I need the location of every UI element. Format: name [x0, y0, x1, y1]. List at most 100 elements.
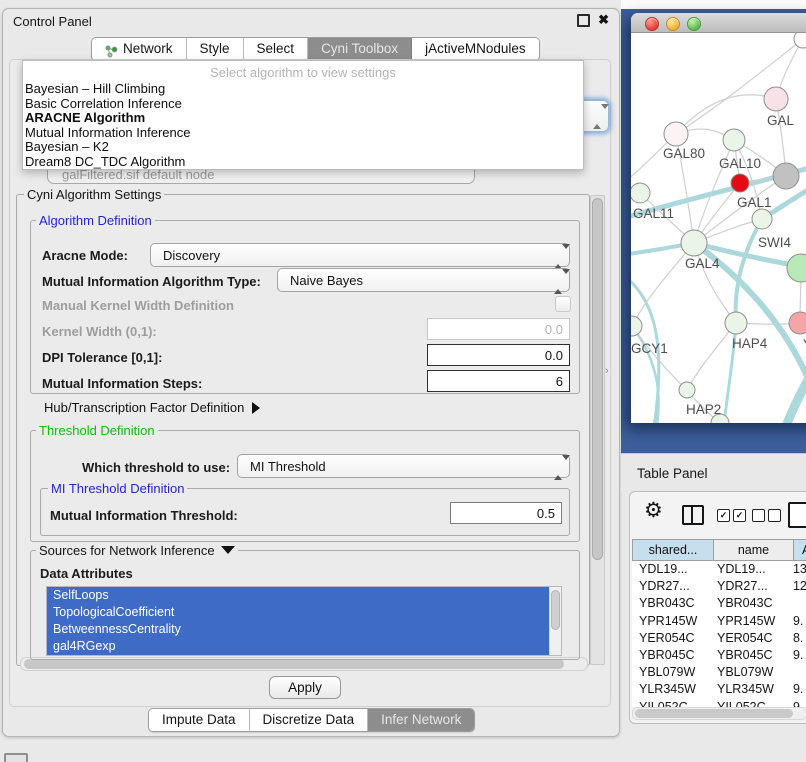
tab-cyni-toolbox[interactable]: Cyni Toolbox	[308, 38, 412, 60]
column-header-shared-name[interactable]: shared...	[632, 539, 713, 561]
cell: YBL079W	[632, 664, 711, 681]
table-panel: ⚙ ✓ ✓ shared... name A YDL19...YDL19...1…	[629, 491, 806, 724]
dpi-tolerance-label: DPI Tolerance [0,1]:	[42, 350, 162, 365]
algorithm-option-selected[interactable]: ARACNE Algorithm	[23, 111, 583, 126]
cell: YDR27...	[632, 578, 711, 595]
algorithm-option[interactable]: Mutual Information Inference	[23, 126, 583, 141]
attribute-item[interactable]: gal4RGexp	[47, 638, 561, 655]
control-panel-tabbar: Network Style Select Cyni Toolbox jActiv…	[91, 37, 540, 61]
tab-jactivemnodules[interactable]: jActiveMNodules	[412, 38, 539, 60]
select-all-columns-icon[interactable]: ✓ ✓	[717, 509, 746, 522]
table-row[interactable]: YDR27...YDR27...12	[632, 578, 806, 595]
tab-select-label: Select	[257, 38, 295, 60]
aracne-mode-combobox[interactable]: Discovery	[150, 243, 570, 267]
network-node[interactable]	[787, 254, 806, 282]
algorithm-option[interactable]: Basic Correlation Inference	[23, 97, 583, 112]
network-node[interactable]	[664, 122, 688, 146]
node-label: GAL1	[737, 195, 772, 210]
tab-select[interactable]: Select	[244, 38, 309, 60]
unchecked-box-icon	[768, 509, 781, 522]
table-row[interactable]: YDL19...YDL19...13	[632, 561, 806, 578]
table-horizontal-scrollbar[interactable]	[632, 707, 806, 720]
table-row[interactable]: YBR043CYBR043C	[632, 595, 806, 612]
mi-threshold-field[interactable]	[450, 502, 562, 524]
which-threshold-combobox[interactable]: MI Threshold	[237, 454, 570, 478]
attribute-item[interactable]: SelfLoops	[47, 587, 561, 604]
split-columns-icon[interactable]	[682, 505, 704, 525]
algorithm-option[interactable]: Dream8 DC_TDC Algorithm	[23, 155, 583, 170]
manual-kernel-checkbox[interactable]	[555, 296, 571, 312]
attribute-item[interactable]: BetweennessCentrality	[47, 621, 561, 638]
close-panel-icon[interactable]: ✖	[598, 13, 609, 27]
minimize-window-button[interactable]	[666, 17, 680, 31]
cell: YIL052C	[711, 699, 789, 708]
mi-type-combobox[interactable]: Naive Bayes	[277, 268, 570, 292]
cell: YDL19...	[711, 561, 789, 578]
top-strip	[621, 0, 806, 9]
document-icon[interactable]	[788, 502, 806, 528]
algorithm-option[interactable]: Bayesian – Hill Climbing	[23, 82, 583, 97]
network-node-gray[interactable]	[773, 163, 799, 189]
tab-network[interactable]: Network	[92, 38, 187, 60]
manual-kernel-label: Manual Kernel Width Definition	[42, 298, 234, 313]
table-row[interactable]: YIL052CYIL052C9.	[632, 699, 806, 708]
network-node[interactable]	[679, 382, 695, 398]
zoom-window-button[interactable]	[687, 17, 701, 31]
tab-style[interactable]: Style	[187, 38, 244, 60]
network-node[interactable]	[723, 129, 745, 151]
network-view-window: GAL GAL80 GAL10 GAL1 GAL11 SWI4 GAL4 GCY…	[631, 13, 806, 423]
float-panel-icon[interactable]	[577, 14, 590, 27]
hub-section-toggle[interactable]: Hub/Transcription Factor Definition	[44, 400, 260, 415]
cell: 9.	[789, 613, 806, 630]
splitter-arrow-icon[interactable]: ›	[605, 365, 609, 377]
network-node[interactable]	[631, 316, 642, 336]
network-node[interactable]	[725, 312, 747, 334]
data-attributes-list: SelfLoops TopologicalCoefficient Between…	[46, 586, 562, 656]
dpi-tolerance-field[interactable]	[427, 344, 570, 366]
table-panel-title: Table Panel	[637, 466, 708, 481]
network-node-red[interactable]	[731, 174, 749, 192]
close-window-button[interactable]	[645, 17, 659, 31]
network-graph: GAL GAL80 GAL10 GAL1 GAL11 SWI4 GAL4 GCY…	[631, 33, 806, 423]
network-node[interactable]	[764, 87, 788, 111]
tab-infer-network[interactable]: Infer Network	[368, 709, 474, 731]
which-threshold-label: Which threshold to use:	[82, 460, 230, 475]
tab-impute-data[interactable]: Impute Data	[149, 709, 250, 731]
attributes-scrollbar[interactable]	[549, 587, 561, 655]
table-row[interactable]: YBL079WYBL079W	[632, 664, 806, 681]
network-node[interactable]	[752, 209, 772, 229]
cell: YPR145W	[632, 613, 711, 630]
cell: YER054C	[632, 630, 711, 647]
network-desktop: GAL GAL80 GAL10 GAL1 GAL11 SWI4 GAL4 GCY…	[621, 9, 806, 453]
algorithm-option[interactable]: Bayesian – K2	[23, 140, 583, 155]
kernel-width-field[interactable]	[427, 318, 570, 340]
network-node[interactable]	[631, 183, 650, 203]
table-row[interactable]: YER054CYER054C8.	[632, 630, 806, 647]
table-row[interactable]: YPR145WYPR145W9.	[632, 613, 806, 630]
network-node[interactable]	[681, 230, 707, 256]
table-row[interactable]: YBR045CYBR045C9.	[632, 647, 806, 664]
column-header-name[interactable]: name	[713, 539, 793, 561]
screen: Control Panel ✖ Network Style	[0, 0, 806, 762]
minimized-panel-icon[interactable]	[4, 753, 28, 762]
tab-discretize-data[interactable]: Discretize Data	[250, 709, 369, 731]
network-node-salmon[interactable]	[789, 312, 806, 334]
sources-group-toggle[interactable]: Sources for Network Inference	[36, 543, 238, 558]
cell: YPR145W	[711, 613, 789, 630]
cell: YDL19...	[632, 561, 711, 578]
settings-vertical-scrollbar[interactable]	[590, 195, 605, 665]
column-header-partial[interactable]: A	[793, 539, 806, 561]
unselect-all-columns-icon[interactable]	[752, 509, 781, 522]
attribute-item[interactable]: TopologicalCoefficient	[47, 604, 561, 621]
table-header-row: shared... name A	[632, 539, 806, 561]
network-canvas[interactable]: GAL GAL80 GAL10 GAL1 GAL11 SWI4 GAL4 GCY…	[631, 33, 806, 423]
apply-button[interactable]: Apply	[269, 676, 341, 699]
gear-icon[interactable]: ⚙	[644, 498, 663, 523]
tab-discretize-data-label: Discretize Data	[263, 709, 355, 731]
node-label: GCY1	[631, 341, 668, 356]
network-window-titlebar[interactable]	[631, 13, 806, 33]
cell: 9.	[789, 681, 806, 698]
table-row[interactable]: YLR345WYLR345W9.	[632, 681, 806, 698]
mi-steps-field[interactable]	[427, 370, 570, 392]
network-node[interactable]	[794, 33, 806, 48]
